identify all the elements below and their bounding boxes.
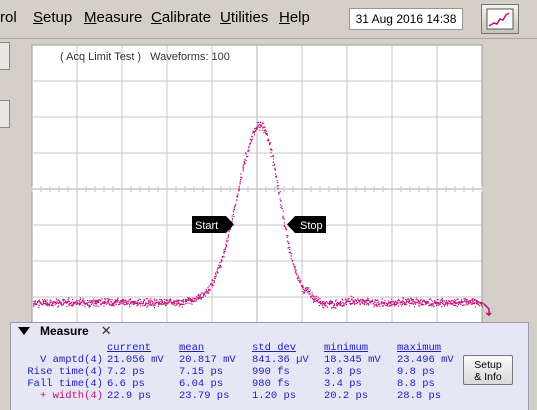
cell: 23.79 ps [179,390,230,402]
date-time-display: 31 Aug 2016 14:38 [349,8,463,30]
row-label: V amptd(4) [39,354,103,366]
waveform-icon [486,8,514,30]
cell: 6.6 ps [107,378,145,390]
cell: 980 fs [252,378,290,390]
close-icon[interactable]: ✕ [101,323,112,339]
table-header-row: current mean std dev minimum maximum [14,342,457,354]
cell: 3.4 ps [324,378,362,390]
measurement-table: current mean std dev minimum maximum V a… [14,342,457,402]
cell: 9.8 ps [397,366,435,378]
table-row[interactable]: + width(4) 22.9 ps 23.79 ps 1.20 ps 20.2… [14,390,457,402]
menu-bar: rol Setup Measure Calibrate Utilities He… [0,0,537,39]
cell: 18.345 mV [324,354,381,366]
acq-mode: ( Acq Limit Test ) [60,51,142,63]
cell: 23.496 mV [397,354,454,366]
table-row[interactable]: Fall time(4) 6.6 ps 6.04 ps 980 fs 3.4 p… [14,378,457,390]
waveform-count: Waveforms: 100 [150,51,230,63]
table-row[interactable]: Rise time(4) 7.2 ps 7.15 ps 990 fs 3.8 p… [14,366,457,378]
scope-display-button[interactable] [481,4,519,34]
menu-measure[interactable]: Measure [84,9,142,26]
info-label: & Info [474,371,502,383]
table-row[interactable]: V amptd(4) 21.056 mV 20.817 mV 841.36 µV… [14,354,457,366]
menu-setup[interactable]: Setup [33,9,72,26]
col-header: current [107,342,152,354]
setup-info-button[interactable]: Setup & Info [463,355,513,385]
cell: 7.2 ps [107,366,145,378]
cell: 28.8 ps [397,390,442,402]
channel-level-marker[interactable] [483,303,492,317]
cell: 6.04 ps [179,378,224,390]
col-header: minimum [324,342,369,354]
col-header: mean [179,342,205,354]
cell: 3.8 ps [324,366,362,378]
collapse-arrow-icon[interactable] [18,327,30,335]
menu-control[interactable]: rol [0,9,17,26]
cell: 20.2 ps [324,390,369,402]
col-header: std dev [252,342,297,354]
stop-marker: Stop [287,216,326,233]
measure-panel-title: Measure [40,324,89,338]
col-header: maximum [397,342,442,354]
menu-utilities[interactable]: Utilities [220,9,268,26]
setup-label: Setup [474,359,502,371]
svg-text:Start: Start [195,220,218,232]
cell: 8.8 ps [397,378,435,390]
start-marker: Start [192,216,234,233]
row-label: Rise time(4) [27,366,103,378]
menu-help[interactable]: Help [279,9,310,26]
cell: 20.817 mV [179,354,236,366]
cell: 841.36 µV [252,354,309,366]
menu-calibrate[interactable]: Calibrate [151,9,211,26]
acquisition-status: ( Acq Limit Test ) Waveforms: 100 [60,51,236,63]
measure-panel-tab[interactable]: Measure ✕ [10,322,116,340]
cell: 1.20 ps [252,390,297,402]
row-label: Fall time(4) [27,378,103,390]
cell: 21.056 mV [107,354,164,366]
cell: 7.15 ps [179,366,224,378]
row-label: + width(4) [39,390,103,402]
cell: 990 fs [252,366,290,378]
svg-text:Stop: Stop [300,220,323,232]
cell: 22.9 ps [107,390,152,402]
